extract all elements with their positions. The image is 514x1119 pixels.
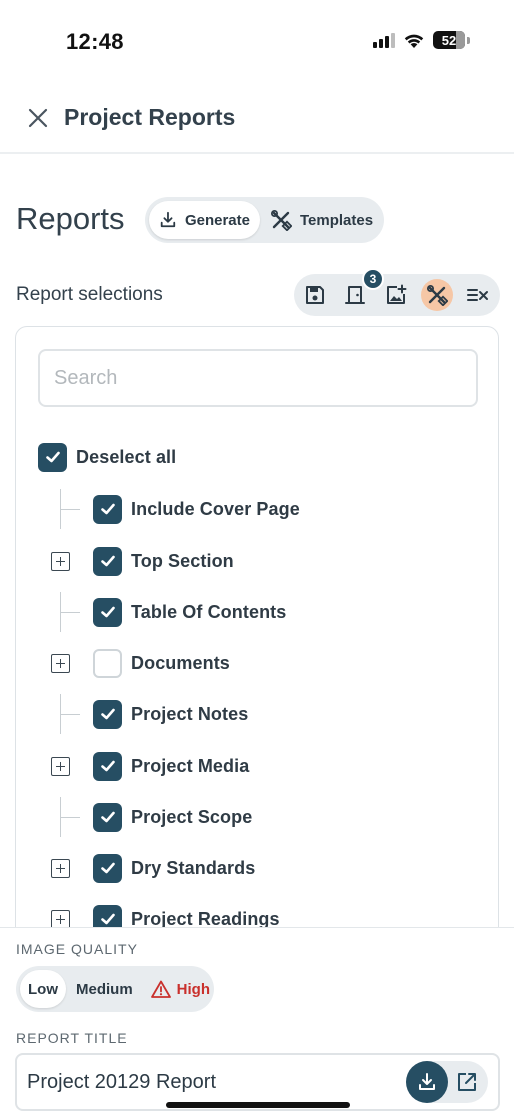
image-add-icon xyxy=(387,284,407,304)
item-label: Documents xyxy=(131,652,230,673)
page-title: Project Reports xyxy=(64,104,236,130)
download-icon xyxy=(160,211,176,228)
reports-mode-toggle: Generate Templates xyxy=(145,197,384,243)
item-label: Project Notes xyxy=(131,703,249,724)
item-checkbox[interactable] xyxy=(93,648,122,678)
add-image-button[interactable] xyxy=(380,279,412,311)
list-item[interactable]: Include Cover Page xyxy=(93,489,300,529)
status-icons: 52 xyxy=(373,31,470,49)
search-input[interactable] xyxy=(38,349,478,407)
checkmark-icon xyxy=(100,862,115,874)
report-options-panel: IMAGE QUALITY Low Medium High REPORT TIT… xyxy=(0,927,514,1119)
quality-high-button[interactable]: High xyxy=(143,970,218,1008)
list-item[interactable]: Documents xyxy=(93,643,230,683)
tree-connector xyxy=(60,797,80,837)
deselect-all-checkbox[interactable] xyxy=(38,442,67,472)
warning-icon xyxy=(150,980,171,998)
list-item[interactable]: Project Media xyxy=(93,746,249,786)
checkmark-icon xyxy=(100,811,115,823)
checkmark-icon xyxy=(100,708,115,720)
clear-list-button[interactable] xyxy=(462,279,494,311)
tools-icon xyxy=(271,210,292,231)
item-label: Include Cover Page xyxy=(131,498,300,519)
open-external-button[interactable] xyxy=(452,1067,482,1097)
wifi-icon xyxy=(404,34,424,48)
tools-button[interactable] xyxy=(421,279,453,311)
selections-toolbar xyxy=(294,274,500,316)
save-button[interactable] xyxy=(299,279,331,311)
battery-level: 52 xyxy=(441,32,457,48)
checkmark-icon xyxy=(100,913,115,925)
tree-connector xyxy=(60,489,80,529)
image-quality-toggle: Low Medium High xyxy=(16,966,214,1012)
item-label: Project Media xyxy=(131,755,250,776)
checkmark-icon xyxy=(100,606,115,618)
quality-medium-button[interactable]: Medium xyxy=(68,970,141,1008)
expand-icon[interactable] xyxy=(51,859,70,878)
item-checkbox[interactable] xyxy=(93,494,122,524)
list-item[interactable]: Project Scope xyxy=(93,797,252,837)
list-item[interactable]: Top Section xyxy=(93,541,234,581)
external-link-icon xyxy=(458,1073,476,1091)
item-checkbox[interactable] xyxy=(93,546,122,576)
item-checkbox[interactable] xyxy=(93,802,122,832)
item-label: Table Of Contents xyxy=(131,601,287,622)
report-actions xyxy=(406,1061,488,1103)
image-quality-label: IMAGE QUALITY xyxy=(16,941,138,957)
list-item[interactable]: Dry Standards xyxy=(93,848,255,888)
expand-icon[interactable] xyxy=(51,654,70,673)
checkmark-icon xyxy=(45,451,60,463)
door-icon xyxy=(345,286,365,304)
report-title-label: REPORT TITLE xyxy=(16,1030,128,1046)
rooms-count-badge: 3 xyxy=(362,268,384,290)
checkmark-icon xyxy=(100,555,115,567)
report-selections-heading: Report selections xyxy=(16,284,163,305)
tab-generate-label: Generate xyxy=(184,211,250,229)
close-button[interactable] xyxy=(22,102,54,134)
tree-connector xyxy=(60,592,80,632)
report-sections-card: Deselect all Include Cover Page Top Sect… xyxy=(15,326,499,946)
quality-low-button[interactable]: Low xyxy=(20,970,66,1008)
item-checkbox[interactable] xyxy=(93,699,122,729)
list-item[interactable]: Project Notes xyxy=(93,694,248,734)
item-checkbox[interactable] xyxy=(93,853,122,883)
deselect-all-label: Deselect all xyxy=(76,446,177,467)
item-label: Project Scope xyxy=(131,806,253,827)
download-icon xyxy=(419,1073,435,1090)
checkmark-icon xyxy=(100,760,115,772)
reports-heading: Reports xyxy=(16,201,125,236)
status-time: 12:48 xyxy=(66,29,124,54)
expand-icon[interactable] xyxy=(51,552,70,571)
item-label: Top Section xyxy=(131,550,234,571)
checkmark-icon xyxy=(100,503,115,515)
tools-icon xyxy=(427,285,448,306)
home-indicator xyxy=(166,1102,350,1108)
save-icon xyxy=(306,286,324,304)
tab-templates[interactable]: Templates xyxy=(260,201,383,239)
list-item[interactable]: Table Of Contents xyxy=(93,592,286,632)
tab-templates-label: Templates xyxy=(300,211,374,229)
item-checkbox[interactable] xyxy=(93,751,122,781)
expand-icon[interactable] xyxy=(51,757,70,776)
status-bar: 12:48 52 xyxy=(0,0,514,80)
report-title-input[interactable] xyxy=(27,1055,407,1109)
cellular-signal-icon xyxy=(373,32,395,48)
deselect-all-row[interactable]: Deselect all xyxy=(38,437,176,477)
battery-icon: 52 xyxy=(433,31,465,49)
tree-connector xyxy=(60,694,80,734)
item-label: Dry Standards xyxy=(131,857,256,878)
quality-high-label: High xyxy=(176,980,210,998)
tab-generate[interactable]: Generate xyxy=(149,201,260,239)
header: Project Reports xyxy=(0,86,514,154)
download-report-button[interactable] xyxy=(406,1061,448,1103)
item-checkbox[interactable] xyxy=(93,597,122,627)
close-icon xyxy=(28,108,48,128)
list-clear-icon xyxy=(467,289,488,301)
